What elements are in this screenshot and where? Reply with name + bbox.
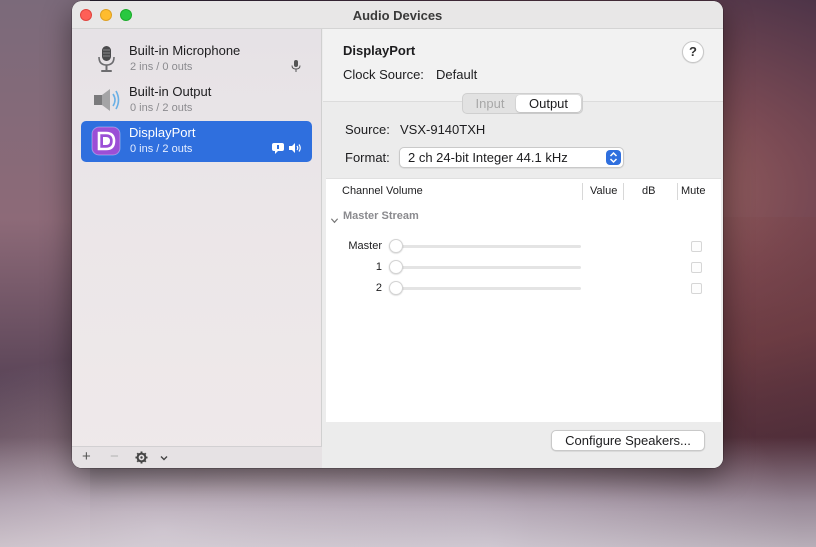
device-row-displayport[interactable]: DisplayPort 0 ins / 2 outs [81,121,312,162]
tab-output[interactable]: Output [516,95,581,112]
window-title: Audio Devices [352,8,443,23]
channel-volume-table: Channel Volume Value dB Mute Master Stre… [326,178,721,422]
device-name: DisplayPort [129,125,196,140]
default-output-speaker-icon [289,143,301,153]
sidebar-toolbar: + − [72,446,322,468]
column-header-channel-volume[interactable]: Channel Volume [342,185,423,197]
configure-speakers-button[interactable]: Configure Speakers... [551,430,705,451]
column-divider [582,183,583,200]
volume-slider-master[interactable] [389,239,581,253]
tab-input[interactable]: Input [464,95,516,112]
slider-knob[interactable] [389,281,403,295]
disclosure-chevron-icon[interactable] [330,216,339,225]
channel-label-1: 1 [375,261,382,273]
volume-slider-2[interactable] [389,281,581,295]
source-label: Source: [345,122,390,137]
remove-device-button[interactable]: − [110,449,119,465]
system-sound-icon [272,143,284,154]
device-row-built-in-output[interactable]: Built-in Output 0 ins / 2 outs [81,80,312,121]
device-name: Built-in Microphone [129,43,241,58]
device-io-summary: 0 ins / 2 outs [130,143,193,155]
device-name: Built-in Output [129,84,212,99]
slider-knob[interactable] [389,239,403,253]
audio-devices-window: Audio Devices Built-in Microphone 2 ins … [72,1,723,468]
mute-checkbox-1[interactable] [691,262,702,273]
volume-slider-1[interactable] [389,260,581,274]
channel-label-master: Master [348,240,382,252]
device-row-built-in-microphone[interactable]: Built-in Microphone 2 ins / 0 outs [81,39,312,80]
gear-icon[interactable] [135,451,148,464]
selected-device-title: DisplayPort [343,43,416,58]
speaker-icon [94,89,120,111]
format-label: Format: [345,150,390,165]
help-button[interactable]: ? [682,41,704,63]
format-value: 2 ch 24-bit Integer 44.1 kHz [408,150,568,165]
microphone-icon [98,46,115,72]
mute-checkbox-master[interactable] [691,241,702,252]
chevron-down-icon[interactable] [159,453,169,463]
displayport-icon [91,126,121,156]
column-header-value[interactable]: Value [590,185,617,197]
column-header-db[interactable]: dB [642,185,655,197]
input-output-segmented-control: Input Output [462,93,583,114]
clock-source-label: Clock Source: [343,67,424,82]
up-down-chevron-icon [606,150,621,165]
device-detail-panel: DisplayPort Clock Source: Default ? Inpu… [323,29,723,468]
add-device-button[interactable]: + [82,449,91,465]
source-value: VSX-9140TXH [400,122,486,137]
device-io-summary: 0 ins / 2 outs [130,102,193,114]
channel-label-2: 2 [375,282,382,294]
default-input-mic-icon [291,60,301,72]
device-io-summary: 2 ins / 0 outs [130,61,193,73]
column-divider [623,183,624,200]
mute-checkbox-2[interactable] [691,283,702,294]
format-popup-button[interactable]: 2 ch 24-bit Integer 44.1 kHz [399,147,624,168]
titlebar: Audio Devices [72,1,723,29]
device-header: DisplayPort Clock Source: Default ? [323,29,723,102]
slider-knob[interactable] [389,260,403,274]
column-header-mute[interactable]: Mute [681,185,705,197]
clock-source-value[interactable]: Default [436,67,477,82]
device-sidebar: Built-in Microphone 2 ins / 0 outs Built… [72,29,322,468]
master-stream-group: Master Stream [343,210,419,222]
column-divider [677,183,678,200]
